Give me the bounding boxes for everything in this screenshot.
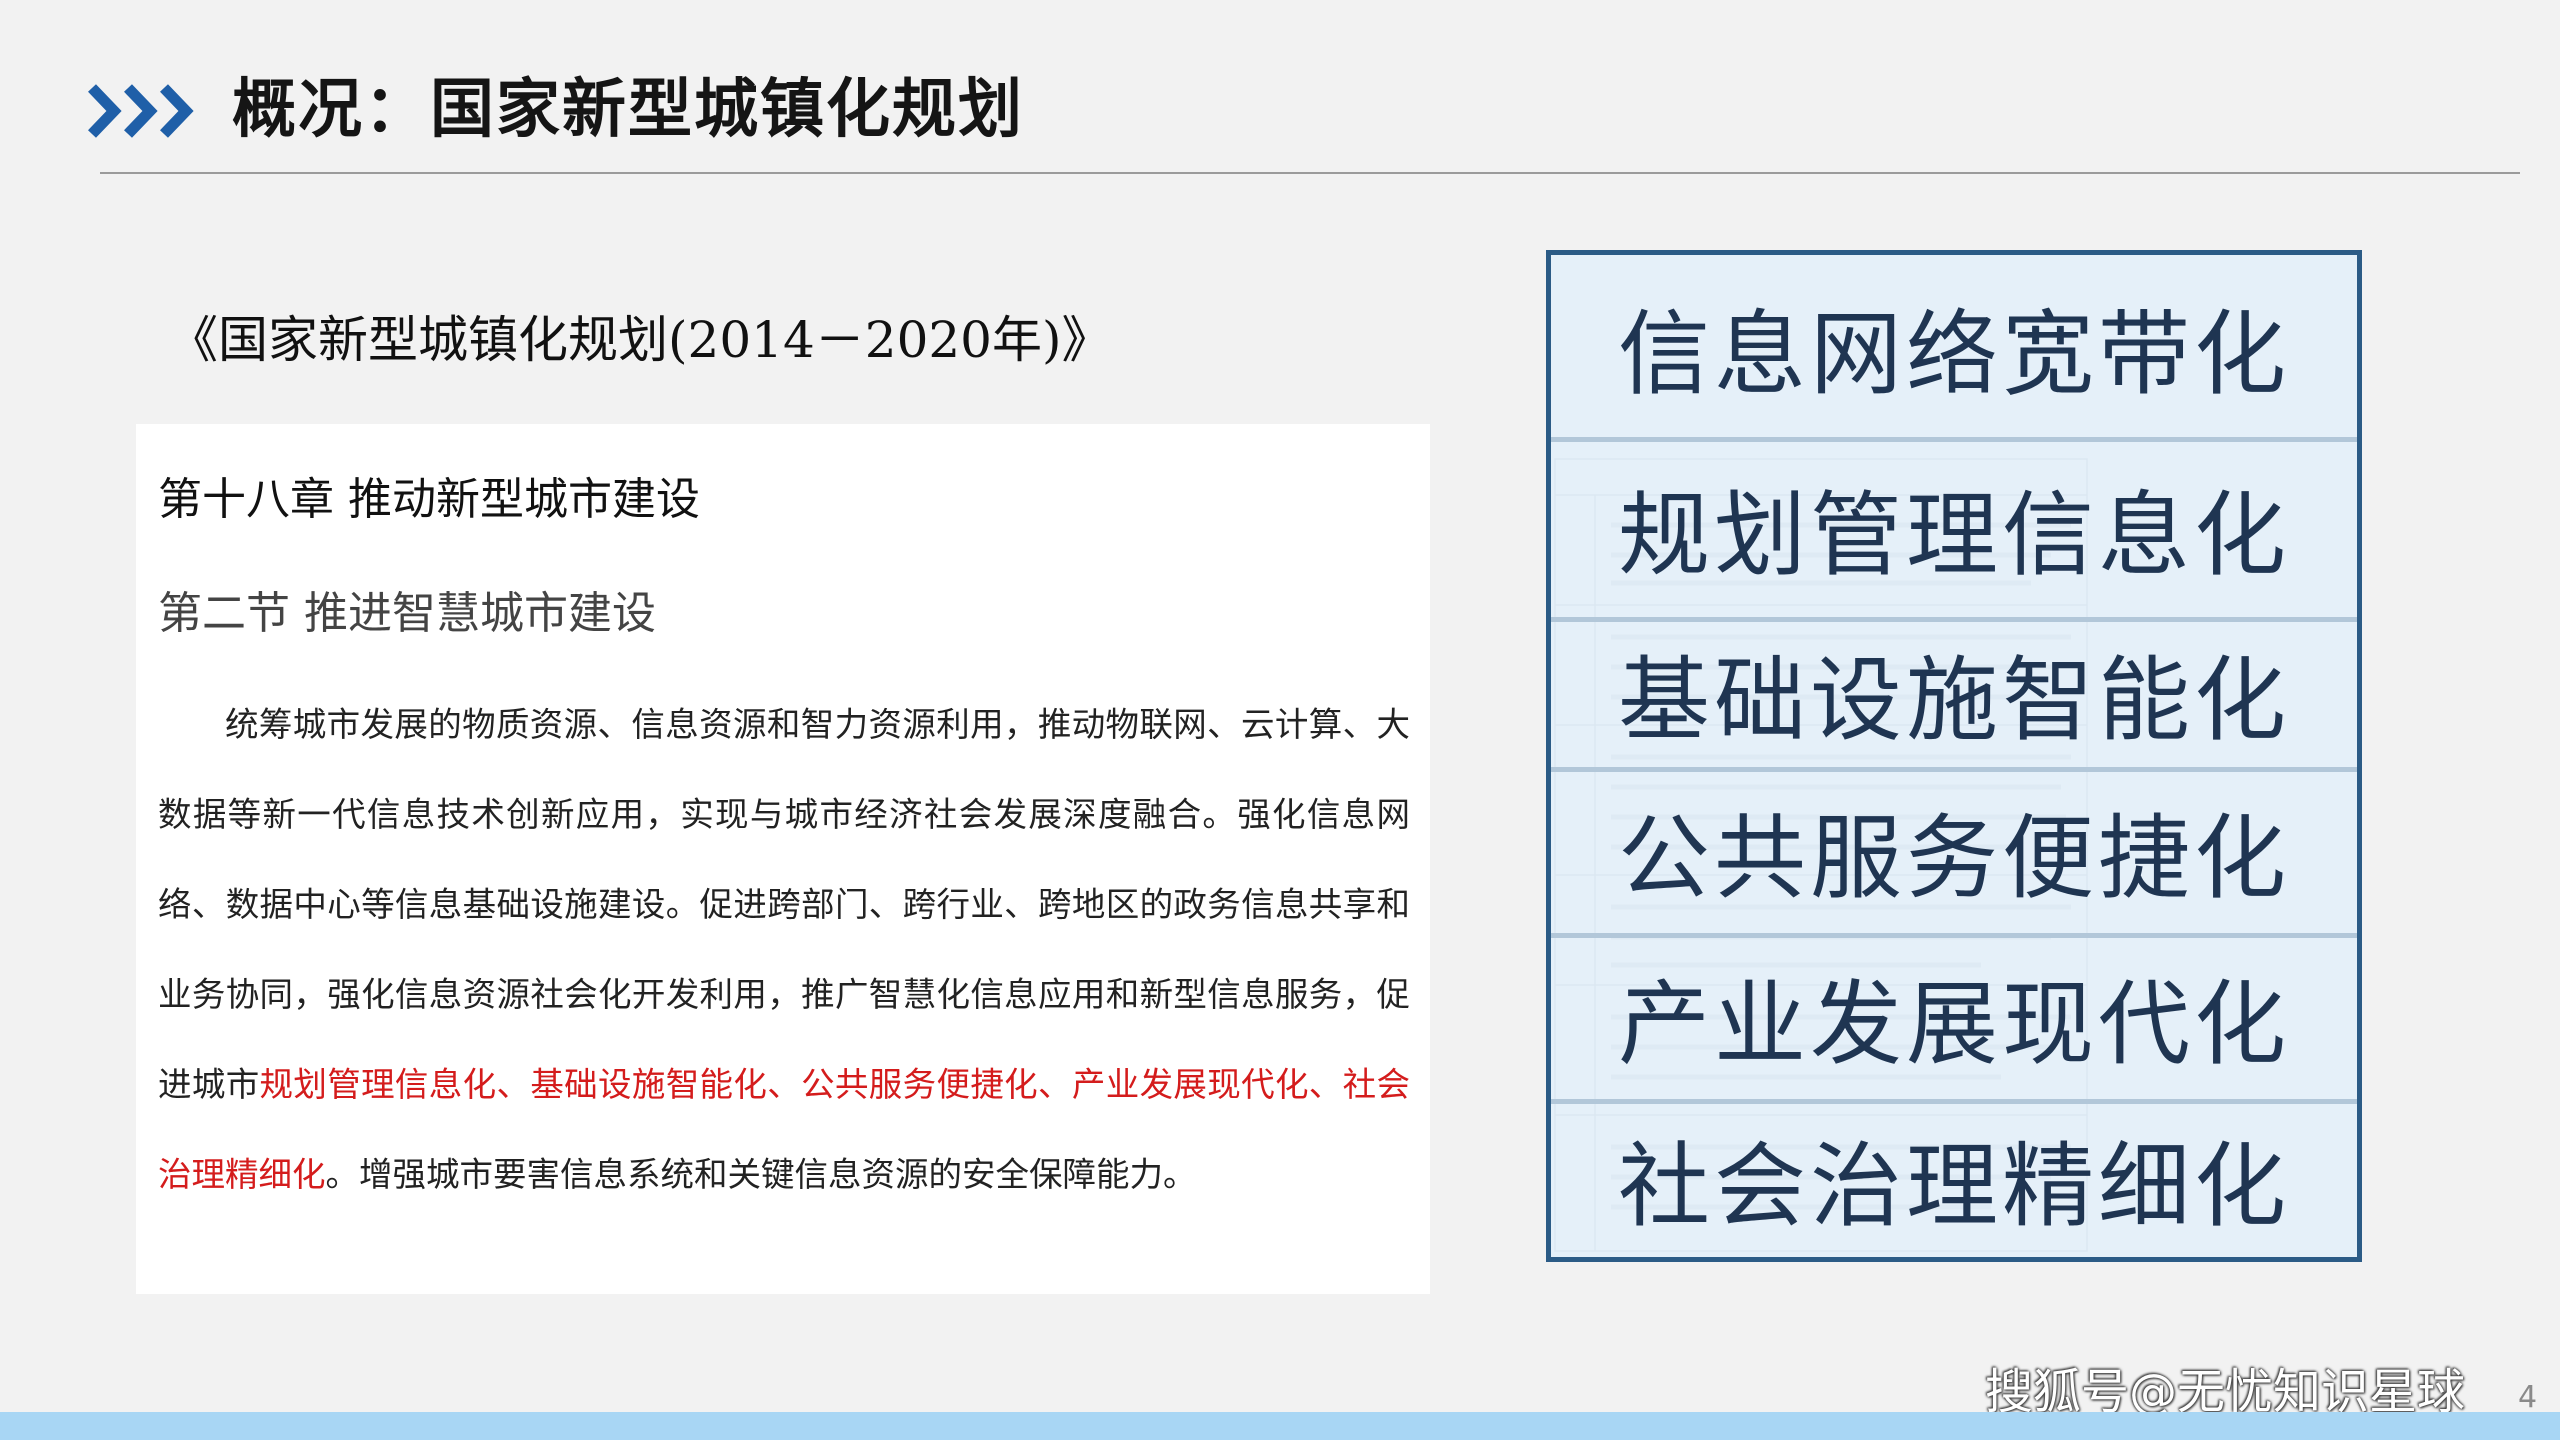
goal-box-broadband: 信息网络宽带化	[1551, 255, 2357, 442]
document-title: 《国家新型城镇化规划(2014－2020年)》	[168, 311, 1112, 369]
paragraph-intro: 统筹城市发展的物质资源、信息资源和智力资源利用，推动物联网、云计算、大数据等新一…	[158, 705, 1410, 1104]
document-excerpt: 第十八章 推动新型城市建设 第二节 推进智慧城市建设 统筹城市发展的物质资源、信…	[136, 424, 1430, 1294]
goal-box-infrastructure: 基础设施智能化	[1551, 617, 2357, 772]
excerpt-paragraph: 统筹城市发展的物质资源、信息资源和智力资源利用，推动物联网、云计算、大数据等新一…	[158, 680, 1410, 1220]
goal-box-public-services: 公共服务便捷化	[1551, 767, 2357, 938]
paragraph-outro: 。增强城市要害信息系统和关键信息资源的安全保障能力。	[325, 1155, 1197, 1194]
triple-chevron-right-icon	[88, 84, 194, 138]
section-heading: 第二节 推进智慧城市建设	[158, 588, 656, 639]
goal-box-industry: 产业发展现代化	[1551, 933, 2357, 1104]
goal-box-planning: 规划管理信息化	[1551, 437, 2357, 622]
chapter-heading: 第十八章 推动新型城市建设	[158, 474, 700, 525]
goal-box-stack: 信息网络宽带化 规划管理信息化 基础设施智能化 公共服务便捷化 产业发展现代化 …	[1546, 250, 2362, 1262]
footer-bar	[0, 1412, 2560, 1440]
page-number: 4	[2518, 1380, 2538, 1415]
page-title: 概况：国家新型城镇化规划	[232, 73, 1024, 147]
goal-box-governance: 社会治理精细化	[1551, 1099, 2357, 1257]
header-divider	[100, 172, 2520, 174]
